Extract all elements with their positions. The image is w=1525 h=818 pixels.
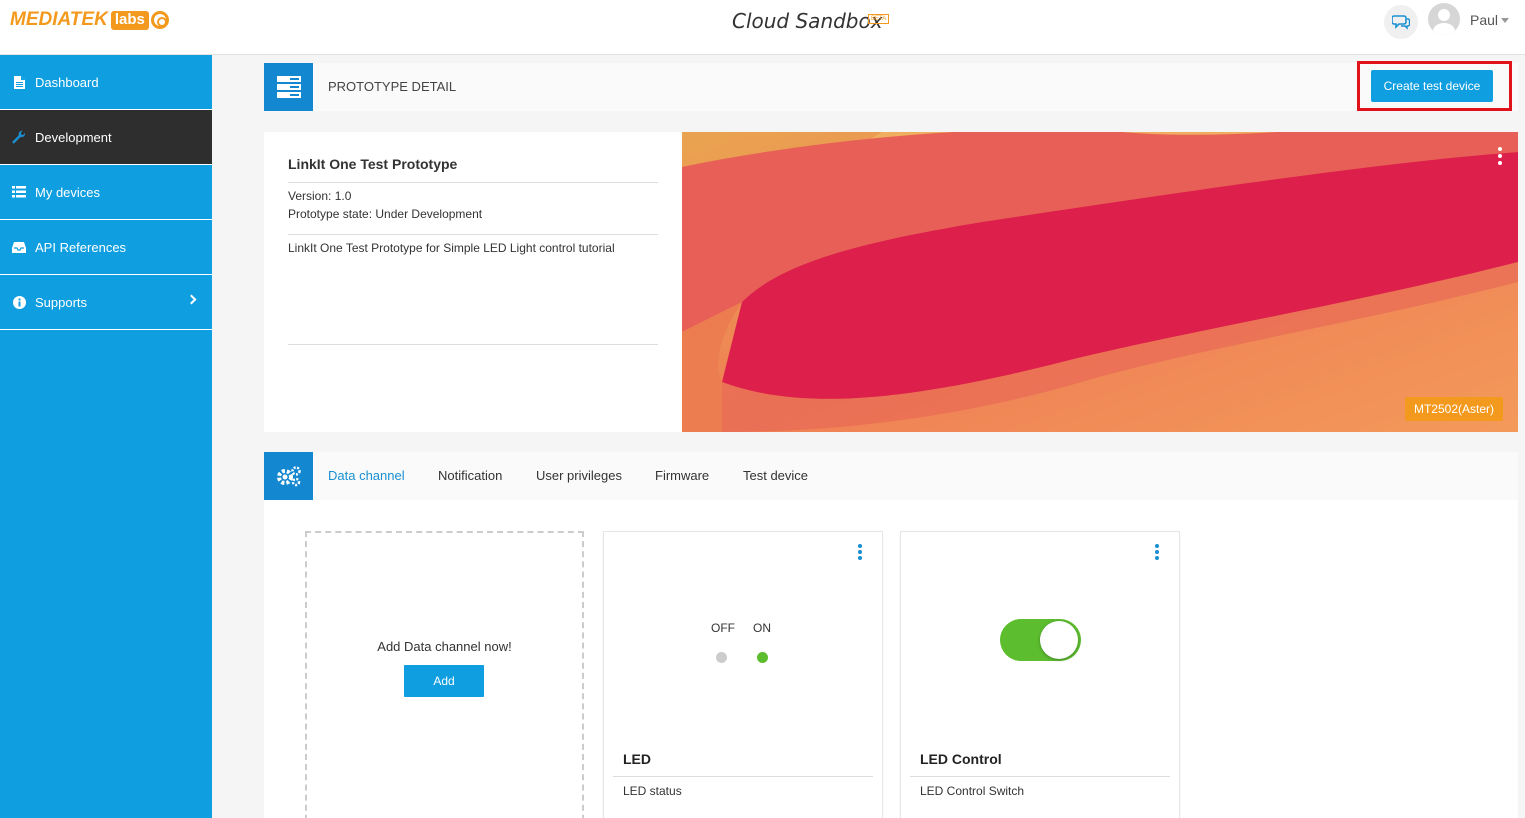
beta-badge: BETA — [868, 14, 890, 24]
wrench-icon — [12, 130, 26, 144]
prototype-description: LinkIt One Test Prototype for Simple LED… — [288, 241, 615, 255]
server-icon — [264, 63, 313, 111]
prototype-detail-header: PROTOTYPE DETAIL Create test device — [264, 61, 1518, 111]
page-title: PROTOTYPE DETAIL — [328, 79, 457, 94]
info-icon — [12, 295, 26, 309]
divider — [288, 234, 658, 235]
tab-test-device[interactable]: Test device — [743, 468, 808, 483]
sidebar-item-api-references[interactable]: API References — [0, 220, 212, 275]
create-test-device-button[interactable]: Create test device — [1371, 70, 1493, 102]
sidebar-item-label: Dashboard — [35, 74, 99, 90]
logo-ring-icon — [150, 11, 169, 29]
channel-description: LED Control Switch — [920, 784, 1025, 798]
tab-notification[interactable]: Notification — [438, 468, 502, 483]
prototype-banner-image: MT2502(Aster) — [682, 132, 1518, 432]
led-channel-card: OFF ON LED LED status — [603, 531, 883, 818]
chip-badge: MT2502(Aster) — [1404, 397, 1503, 421]
sidebar-item-dashboard[interactable]: Dashboard — [0, 55, 212, 110]
led-control-toggle[interactable] — [1000, 619, 1081, 661]
sidebar-item-supports[interactable]: Supports — [0, 275, 212, 330]
prototype-info-card: LinkIt One Test Prototype Version: 1.0 P… — [264, 132, 682, 432]
sidebar-item-my-devices[interactable]: My devices — [0, 165, 212, 220]
tab-user-privileges[interactable]: User privileges — [536, 468, 622, 483]
more-menu-icon[interactable] — [858, 544, 862, 562]
channel-title: LED Control — [920, 751, 1002, 767]
add-channel-prompt: Add Data channel now! — [377, 639, 512, 654]
abstract-wave-image — [682, 132, 1518, 432]
sidebar-item-label: My devices — [35, 184, 101, 200]
prototype-state: Prototype state: Under Development — [288, 207, 483, 221]
chat-button[interactable] — [1384, 5, 1418, 39]
sidebar: Dashboard Development My devices API Ref… — [0, 55, 212, 818]
divider — [910, 776, 1170, 777]
username[interactable]: Paul — [1470, 12, 1498, 28]
tab-firmware[interactable]: Firmware — [655, 468, 709, 483]
prototype-name: LinkIt One Test Prototype — [288, 156, 458, 172]
sidebar-item-label: API References — [35, 239, 127, 255]
channel-description: LED status — [623, 784, 682, 798]
chevron-down-icon[interactable] — [1501, 18, 1509, 23]
divider — [288, 182, 658, 183]
document-icon — [12, 75, 26, 89]
sidebar-item-development[interactable]: Development — [0, 110, 212, 165]
led-control-channel-card: LED Control LED Control Switch — [900, 531, 1180, 818]
user-avatar[interactable] — [1428, 3, 1460, 35]
top-bar: MEDIATEK labs Cloud Sandbox BETA Paul — [0, 0, 1525, 55]
inbox-icon — [12, 240, 26, 254]
list-icon — [12, 185, 26, 199]
sidebar-item-label: Development — [35, 129, 112, 145]
led-on-label: ON — [753, 621, 771, 635]
logo-labs-text: labs — [110, 10, 149, 30]
prototype-version: Version: 1.0 — [288, 189, 352, 203]
led-on-indicator — [757, 652, 768, 663]
channel-title: LED — [623, 751, 651, 767]
more-menu-icon[interactable] — [1498, 147, 1502, 165]
add-data-channel-card: Add Data channel now! Add — [305, 531, 584, 818]
divider — [613, 776, 873, 777]
app-title: Cloud Sandbox — [732, 9, 883, 33]
chat-icon — [1392, 15, 1410, 30]
tab-data-channel[interactable]: Data channel — [328, 468, 405, 483]
sidebar-item-label: Supports — [35, 294, 88, 310]
more-menu-icon[interactable] — [1155, 544, 1159, 562]
tab-bar: Data channel Notification User privilege… — [264, 452, 1518, 500]
led-off-label: OFF — [711, 621, 735, 635]
divider — [288, 344, 658, 345]
toggle-knob — [1040, 621, 1078, 659]
chevron-right-icon — [186, 294, 197, 305]
led-off-indicator — [716, 652, 727, 663]
add-channel-button[interactable]: Add — [404, 665, 484, 697]
gears-icon — [264, 452, 313, 500]
logo-text: MEDIATEK — [10, 9, 108, 30]
mediatek-labs-logo[interactable]: MEDIATEK labs — [10, 9, 169, 31]
